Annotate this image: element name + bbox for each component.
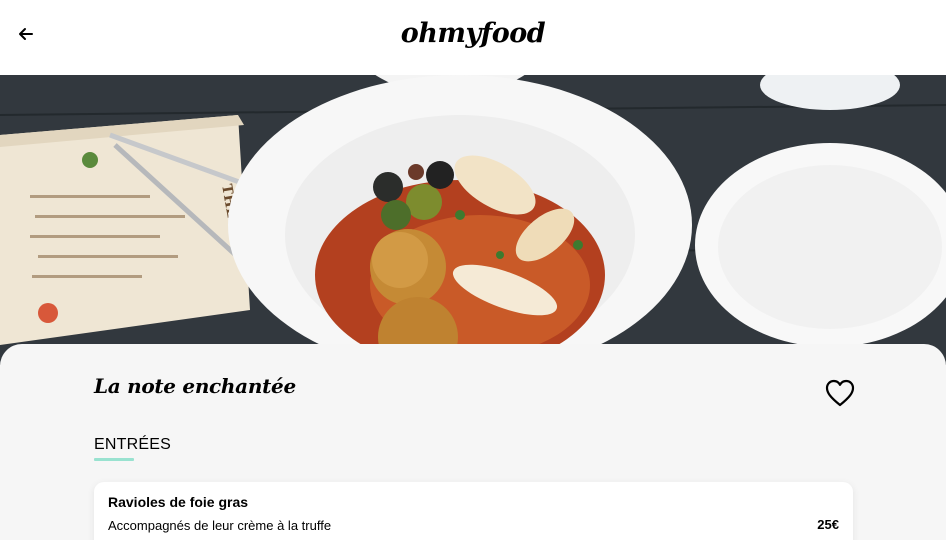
hero-image: THE BITE: [0, 75, 946, 365]
restaurant-content: La note enchantée ENTRÉES Ravioles de fo…: [0, 344, 946, 540]
food-photo: THE BITE: [0, 75, 946, 365]
section-underline: [94, 458, 134, 461]
restaurant-name: La note enchantée: [94, 374, 296, 398]
heart-icon: [825, 379, 855, 407]
dish-description: Accompagnés de leur crème à la truffe: [108, 518, 332, 533]
section-title: ENTRÉES: [94, 436, 171, 453]
dish-name: Ravioles de foie gras: [108, 494, 249, 510]
app-header: ohmyfood: [0, 0, 946, 75]
favorite-button[interactable]: [824, 378, 856, 408]
menu-item-card[interactable]: Ravioles de foie gras Accompagnés de leu…: [94, 482, 853, 540]
dish-price: 25€: [817, 517, 839, 532]
app-logo[interactable]: ohmyfood: [0, 18, 946, 49]
